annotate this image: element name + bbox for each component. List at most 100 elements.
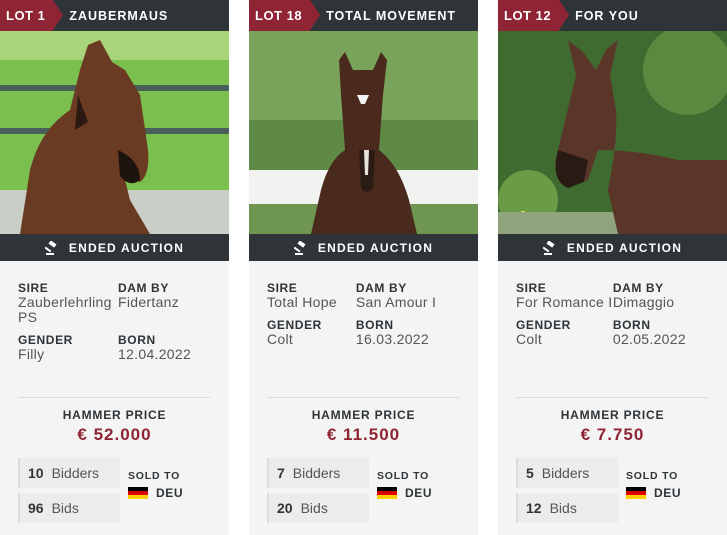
status-label: ENDED AUCTION — [566, 240, 683, 255]
lot-title-bar[interactable]: LOT 1 ZAUBERMAUS — [0, 0, 229, 31]
auction-card-lot-12[interactable]: LOT 12 FOR YOU ENDED AUCTION SIRE For Ro… — [498, 0, 727, 535]
sold-to: SOLD TO DEU — [626, 470, 681, 500]
born-field: BORN 02.05.2022 — [613, 318, 716, 347]
gender-value: Colt — [267, 331, 294, 347]
born-value: 12.04.2022 — [118, 346, 192, 362]
dam-by-label: DAM BY — [118, 281, 169, 295]
bids-label: Bids — [300, 500, 328, 516]
lot-badge: LOT 12 — [498, 0, 570, 31]
divider — [516, 397, 708, 398]
bidders-count: 7 Bidders — [267, 458, 369, 488]
sire-value: For Romance I — [516, 294, 613, 310]
dam-by-value: San Amour I — [355, 294, 437, 310]
sire-field: SIRE Total Hope — [267, 281, 356, 310]
sire-value: Total Hope — [267, 294, 337, 310]
horse-name[interactable]: FOR YOU — [575, 9, 639, 23]
lot-badge: LOT 1 — [0, 0, 64, 31]
born-field: BORN 12.04.2022 — [118, 333, 218, 362]
lot-badge: LOT 18 — [249, 0, 321, 31]
lot-title-bar[interactable]: LOT 12 FOR YOU — [498, 0, 727, 31]
bidders-count: 10 Bidders — [18, 458, 120, 488]
dam-by-field: DAM BY San Amour I — [356, 281, 467, 310]
gender-field: GENDER Colt — [267, 318, 356, 347]
born-value: 16.03.2022 — [355, 331, 429, 347]
dam-by-value: Fidertanz — [118, 294, 180, 310]
gavel-icon — [542, 240, 555, 255]
sold-to: SOLD TO DEU — [377, 470, 432, 500]
ended-auction-banner: ENDED AUCTION — [0, 234, 229, 261]
gavel-icon — [44, 240, 57, 255]
gender-label: GENDER — [516, 318, 571, 332]
dam-by-label: DAM BY — [612, 281, 664, 295]
sire-label: SIRE — [18, 281, 49, 295]
divider — [267, 397, 459, 398]
sold-to: SOLD TO DEU — [128, 470, 183, 500]
hammer-price-value: € 7.750 — [580, 425, 645, 444]
bidders-label: Bidders — [541, 465, 590, 481]
bids-label: Bids — [549, 500, 577, 516]
sire-field: SIRE For Romance I — [516, 281, 613, 310]
horse-details: SIRE Total Hope DAM BY San Amour I GENDE… — [267, 281, 467, 355]
bids-number: 12 — [526, 500, 542, 516]
gender-label: GENDER — [18, 333, 73, 347]
bids-label: Bids — [51, 500, 79, 516]
born-label: BORN — [612, 318, 651, 332]
bids-count: 96 Bids — [18, 493, 120, 523]
born-value: 02.05.2022 — [612, 331, 686, 347]
auction-card-lot-18[interactable]: LOT 18 TOTAL MOVEMENT ENDED AUCTION SIRE… — [249, 0, 478, 535]
bidders-count: 5 Bidders — [516, 458, 618, 488]
bidders-label: Bidders — [51, 465, 100, 481]
sold-to-label: SOLD TO — [377, 470, 430, 482]
sire-label: SIRE — [267, 281, 298, 295]
sire-value: Zauberlehrling PS — [18, 294, 112, 325]
born-label: BORN — [118, 333, 156, 347]
gender-value: Colt — [516, 331, 543, 347]
hammer-price-label: HAMMER PRICE — [560, 408, 665, 422]
horse-name[interactable]: TOTAL MOVEMENT — [326, 9, 456, 23]
bids-number: 96 — [28, 500, 44, 516]
horse-details: SIRE For Romance I DAM BY Dimaggio GENDE… — [516, 281, 716, 355]
born-label: BORN — [355, 318, 394, 332]
auction-card-lot-1[interactable]: LOT 1 ZAUBERMAUS ENDED AUCTION SIRE Zaub… — [0, 0, 229, 535]
germany-flag-icon — [377, 486, 397, 500]
germany-flag-icon — [128, 486, 148, 500]
horse-photo[interactable] — [0, 0, 229, 234]
born-field: BORN 16.03.2022 — [356, 318, 467, 347]
dam-by-field: DAM BY Fidertanz — [118, 281, 218, 325]
horse-name[interactable]: ZAUBERMAUS — [69, 9, 168, 23]
horse-details: SIRE Zauberlehrling PS DAM BY Fidertanz … — [18, 281, 218, 370]
gavel-icon — [293, 240, 306, 255]
dam-by-value: Dimaggio — [612, 294, 675, 310]
country-code: DEU — [156, 486, 184, 500]
sire-field: SIRE Zauberlehrling PS — [18, 281, 118, 325]
bidders-number: 7 — [277, 465, 285, 481]
hammer-price-value: € 52.000 — [77, 425, 152, 444]
sire-label: SIRE — [516, 281, 547, 295]
gender-label: GENDER — [267, 318, 322, 332]
ended-auction-banner: ENDED AUCTION — [498, 234, 727, 261]
hammer-price-label: HAMMER PRICE — [62, 408, 167, 422]
bidders-label: Bidders — [292, 465, 341, 481]
bids-count: 20 Bids — [267, 493, 369, 523]
sold-to-label: SOLD TO — [128, 470, 181, 482]
horse-photo[interactable] — [249, 0, 478, 234]
lot-title-bar[interactable]: LOT 18 TOTAL MOVEMENT — [249, 0, 478, 31]
bids-number: 20 — [277, 500, 293, 516]
gender-value: Filly — [18, 346, 45, 362]
horse-photo[interactable] — [498, 0, 727, 234]
sold-to-label: SOLD TO — [626, 470, 679, 482]
bidders-number: 5 — [526, 465, 534, 481]
dam-by-field: DAM BY Dimaggio — [613, 281, 716, 310]
hammer-price-value: € 11.500 — [326, 425, 401, 444]
dam-by-label: DAM BY — [355, 281, 407, 295]
germany-flag-icon — [626, 486, 646, 500]
country-code: DEU — [405, 486, 433, 500]
bidders-number: 10 — [28, 465, 44, 481]
divider — [18, 397, 210, 398]
hammer-price-label: HAMMER PRICE — [311, 408, 416, 422]
status-label: ENDED AUCTION — [317, 240, 434, 255]
status-label: ENDED AUCTION — [68, 240, 185, 255]
gender-field: GENDER Filly — [18, 333, 118, 362]
ended-auction-banner: ENDED AUCTION — [249, 234, 478, 261]
gender-field: GENDER Colt — [516, 318, 613, 347]
